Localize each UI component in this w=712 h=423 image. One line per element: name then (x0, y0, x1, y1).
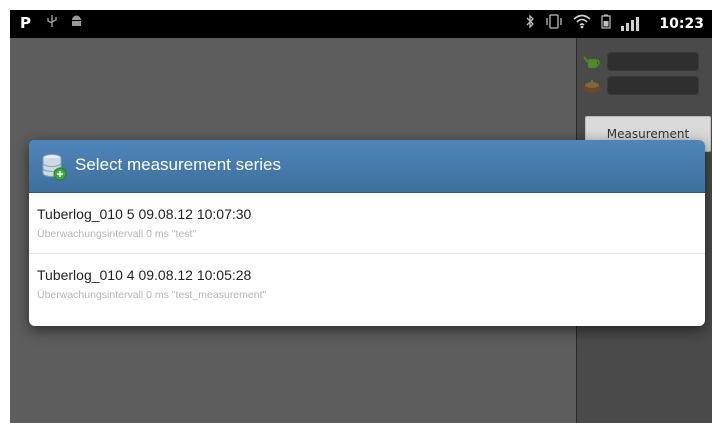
battery-icon (601, 14, 612, 33)
series-subtitle: Überwachungsintervall 0 ms "test" (37, 228, 197, 240)
watering-can-icon (583, 54, 601, 70)
side-field-2[interactable] (607, 76, 699, 95)
vibrate-icon (545, 14, 563, 33)
list-item[interactable]: Tuberlog_010 5 09.08.12 10:07:30 Überwac… (29, 193, 705, 253)
series-title: Tuberlog_010 4 09.08.12 10:05:28 (37, 267, 252, 283)
soil-icon (583, 78, 601, 94)
bluetooth-icon (525, 14, 535, 33)
clock: 10:23 (659, 15, 704, 32)
database-icon (41, 153, 67, 181)
status-bar: P 10:23 (10, 10, 712, 38)
series-title: Tuberlog_010 5 09.08.12 10:07:30 (37, 206, 252, 222)
dialog-title: Select measurement series (75, 155, 281, 174)
side-field-1[interactable] (607, 52, 699, 71)
signal-icon (621, 16, 640, 31)
series-list: Tuberlog_010 5 09.08.12 10:07:30 Überwac… (29, 193, 705, 314)
select-series-dialog: Select measurement series Tuberlog_010 5… (29, 140, 705, 326)
list-item[interactable]: Tuberlog_010 4 09.08.12 10:05:28 Überwac… (29, 253, 705, 314)
usb-icon (46, 14, 58, 32)
p-icon: P (20, 14, 31, 32)
dialog-header: Select measurement series (29, 140, 705, 193)
series-subtitle: Überwachungsintervall 0 ms "test_measure… (37, 289, 267, 301)
wifi-icon (573, 14, 591, 33)
device-screen: P 10:23 Measurement Select measurement s… (10, 10, 712, 423)
android-icon (70, 14, 83, 32)
